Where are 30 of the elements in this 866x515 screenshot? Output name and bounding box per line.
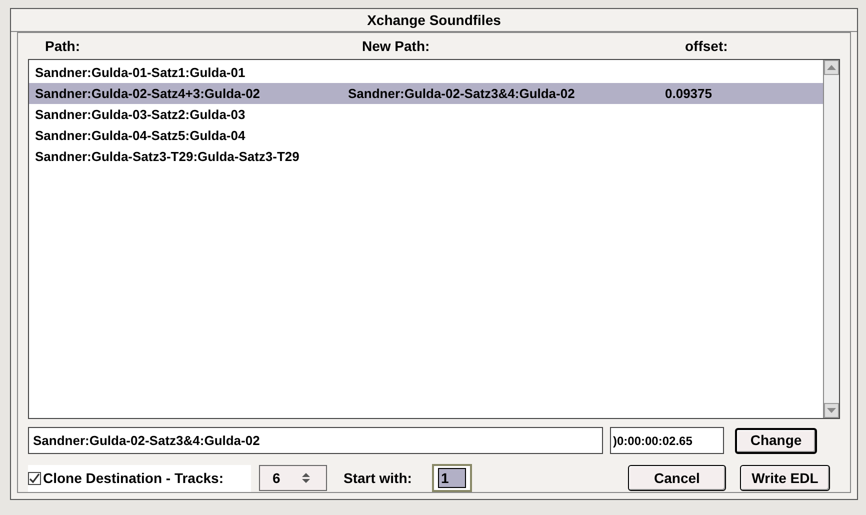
scroll-down-icon[interactable]	[824, 403, 839, 418]
list-row[interactable]: Sandner:Gulda-02-Satz4+3:Gulda-02 Sandner:Gulda-02-Satz3&4:Gulda-02 0.09375	[29, 83, 823, 104]
offset-text: 0.09375	[665, 84, 712, 103]
column-header: New Path:	[362, 36, 431, 56]
column-header: Path:	[45, 36, 81, 56]
change-button[interactable]: Change	[735, 428, 817, 454]
path-text: Sandner:Gulda-03-Satz2:Gulda-03	[35, 106, 246, 124]
clone-checkbox[interactable]: Clone Destination - Tracks:	[28, 464, 252, 492]
scrollbar[interactable]	[823, 60, 839, 418]
start-with-field[interactable]: 1	[438, 468, 466, 488]
column-header: offset:	[685, 36, 728, 56]
list-row[interactable]: Sandner:Gulda-Satz3-T29:Gulda-Satz3-T29	[29, 146, 823, 167]
path-text: Sandner:Gulda-02-Satz4+3:Gulda-02	[35, 84, 262, 103]
tracks-stepper[interactable]: 6	[259, 465, 328, 491]
dialog-button[interactable]: Cancel	[628, 465, 726, 491]
list-row[interactable]: Sandner:Gulda-03-Satz2:Gulda-03	[29, 104, 823, 125]
start-with-label: Start with:	[343, 468, 412, 488]
time-field[interactable]: )0:00:00:02.65	[610, 427, 724, 454]
list-row[interactable]: Sandner:Gulda-04-Satz5:Gulda-04	[29, 125, 823, 146]
path-text: Sandner:Gulda-01-Satz1:Gulda-01	[35, 64, 246, 82]
path-text: Sandner:Gulda-04-Satz5:Gulda-04	[35, 126, 246, 145]
scroll-up-icon[interactable]	[824, 60, 839, 75]
path-field[interactable]: Sandner:Gulda-02-Satz3&4:Gulda-02	[28, 427, 603, 454]
window-title: Xchange Soundfiles	[11, 9, 857, 32]
dialog-button[interactable]: Write EDL	[740, 465, 830, 491]
checkbox[interactable]	[28, 472, 41, 484]
path-text: Sandner:Gulda-Satz3-T29:Gulda-Satz3-T29	[35, 148, 300, 166]
list-row[interactable]: Sandner:Gulda-01-Satz1:Gulda-01	[29, 62, 823, 83]
stepper-arrows-icon[interactable]	[300, 471, 312, 485]
new-path-text: Sandner:Gulda-02-Satz3&4:Gulda-02	[348, 84, 576, 103]
